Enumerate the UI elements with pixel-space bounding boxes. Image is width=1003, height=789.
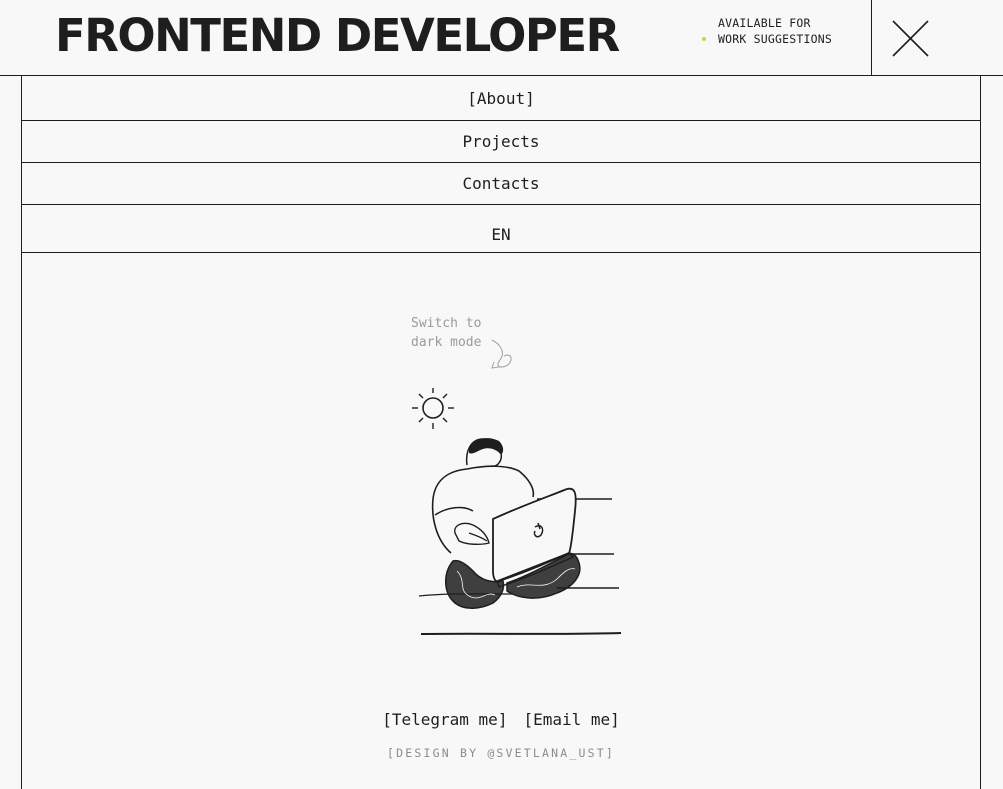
menu-item-label: Contacts bbox=[462, 174, 540, 193]
email-link[interactable]: [Email me] bbox=[523, 710, 619, 729]
design-credit: [DESIGN BY @SVETLANA_UST] bbox=[386, 746, 616, 760]
theme-toggle-button[interactable] bbox=[408, 384, 458, 434]
menu-item-projects[interactable]: Projects bbox=[22, 121, 980, 163]
menu-item-label: [About] bbox=[467, 89, 535, 108]
site-header: FRONTEND DEVELOPER AVAILABLE FOR WORK SU… bbox=[0, 0, 1003, 76]
language-switch[interactable]: EN bbox=[22, 205, 980, 253]
close-icon bbox=[892, 20, 929, 57]
menu-item-label: Projects bbox=[462, 132, 540, 151]
availability-status: AVAILABLE FOR WORK SUGGESTIONS bbox=[718, 16, 832, 46]
person-laptop-illustration bbox=[418, 438, 622, 635]
sun-icon bbox=[412, 388, 454, 429]
footer-links: [Telegram me] [Email me] bbox=[22, 710, 980, 729]
telegram-link[interactable]: [Telegram me] bbox=[382, 710, 507, 729]
hint-arrow-icon bbox=[491, 339, 512, 369]
menu-item-contacts[interactable]: Contacts bbox=[22, 163, 980, 205]
menu-item-about[interactable]: [About] bbox=[22, 76, 980, 121]
close-menu-button[interactable] bbox=[872, 0, 1003, 76]
language-label: EN bbox=[491, 225, 511, 244]
site-title: FRONTEND DEVELOPER bbox=[55, 9, 620, 62]
menu-panel: [About] Projects Contacts EN Switch to d… bbox=[21, 76, 981, 789]
status-dot bbox=[702, 37, 706, 41]
